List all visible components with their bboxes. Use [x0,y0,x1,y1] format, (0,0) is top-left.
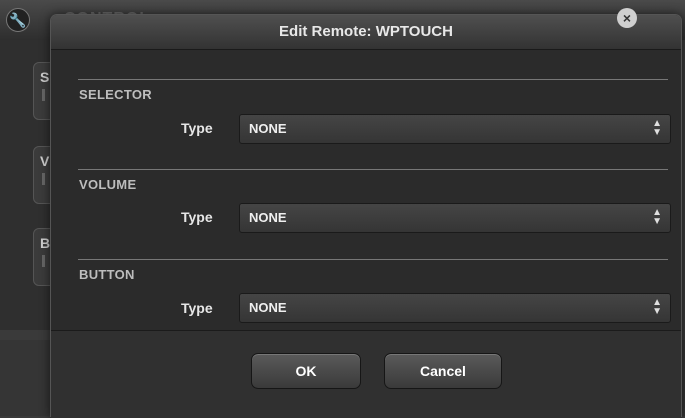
section-label-selector: SELECTOR [79,87,152,102]
section-divider [78,259,668,260]
section-divider [78,169,668,170]
up-down-arrows-icon: ▲ ▼ [652,118,662,138]
button-type-select[interactable]: NONE ▲ ▼ [239,293,671,323]
section-label-button: BUTTON [79,267,135,282]
volume-type-select[interactable]: NONE ▲ ▼ [239,203,671,233]
background-card-letter: S [40,69,50,85]
up-down-arrows-icon: ▲ ▼ [652,207,662,227]
button-type-value: NONE [249,300,287,315]
background-card-letter: V [40,153,50,169]
edit-remote-dialog: Edit Remote: WPTOUCH SELECTOR Type NONE … [50,14,682,418]
ok-button[interactable]: OK [251,353,361,389]
volume-type-value: NONE [249,210,287,225]
dialog-body: SELECTOR Type NONE ▲ ▼ VOLUME Type NONE ▲… [51,50,681,330]
section-label-volume: VOLUME [79,177,137,192]
volume-type-label: Type [181,209,213,225]
dialog-titlebar[interactable]: Edit Remote: WPTOUCH [51,15,681,50]
section-divider [78,79,668,80]
dialog-title: Edit Remote: WPTOUCH [279,23,453,40]
cancel-button[interactable]: Cancel [384,353,502,389]
button-type-label: Type [181,300,213,316]
selector-type-value: NONE [249,121,287,136]
dialog-footer [51,330,681,418]
wrench-icon[interactable]: 🔧 [6,8,30,32]
selector-type-label: Type [181,120,213,136]
background-card-letter: B [40,235,51,251]
up-down-arrows-icon: ▲ ▼ [652,297,662,317]
close-icon[interactable]: × [617,8,637,28]
selector-type-select[interactable]: NONE ▲ ▼ [239,114,671,144]
